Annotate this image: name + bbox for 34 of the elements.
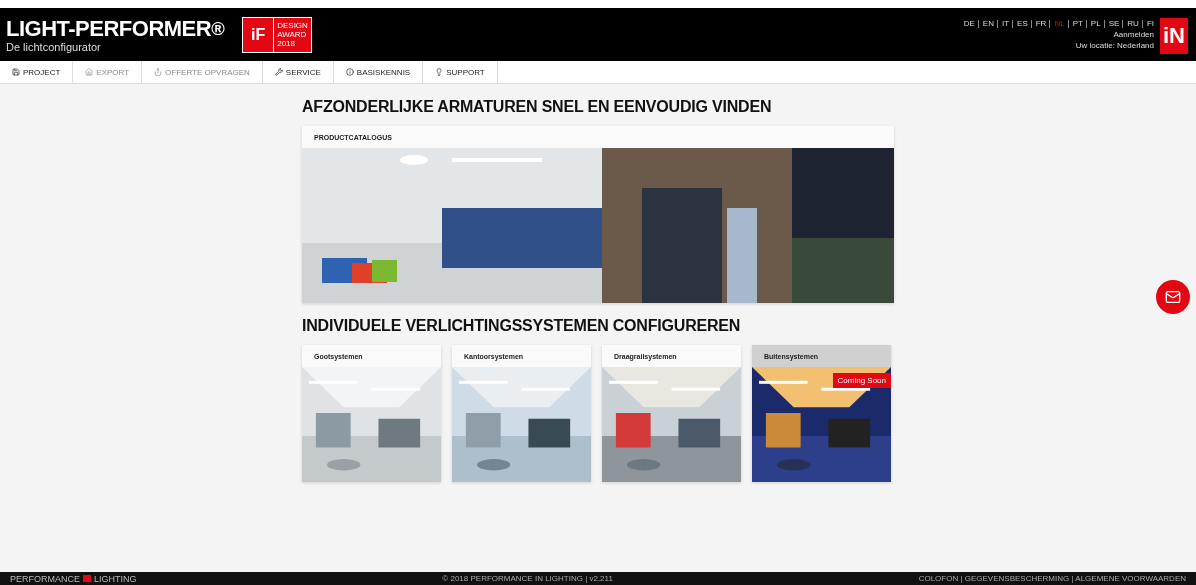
language-link[interactable]: PL — [1085, 20, 1101, 28]
language-link[interactable]: FR — [1030, 20, 1047, 28]
mail-icon — [1165, 289, 1181, 305]
save-icon — [12, 68, 20, 76]
login-link[interactable]: Aanmelden — [1113, 30, 1154, 39]
award-logo: iF — [243, 18, 275, 52]
copyright-text: © 2018 PERFORMANCE IN LIGHTING | v2.211 — [442, 574, 613, 583]
language-link[interactable]: IT — [996, 20, 1010, 28]
wrench-icon — [274, 68, 283, 76]
language-link[interactable]: DE — [963, 20, 975, 28]
award-text: AWARD — [277, 30, 308, 39]
info-icon — [345, 68, 354, 76]
section-heading: AFZONDERLIJKE ARMATUREN SNEL EN EENVOUDIG VINDEN — [302, 98, 773, 116]
footer-brand: LIGHTING — [94, 573, 137, 584]
location-text: Uw locatie: Nederland — [1075, 41, 1154, 50]
language-link[interactable]: PT — [1067, 20, 1083, 28]
lightbulb-icon — [435, 68, 444, 76]
footer-logo-icon — [83, 575, 91, 582]
language-link[interactable]: NL — [1049, 20, 1065, 28]
footer-brand: PERFORMANCE — [10, 573, 80, 584]
language-link[interactable]: ES — [1012, 20, 1028, 28]
company-logo: iN — [1160, 18, 1188, 54]
language-link[interactable]: EN — [977, 20, 994, 28]
coming-soon-badge: Coming Soon — [832, 373, 891, 388]
section-heading: INDIVIDUELE VERLICHTINGSSYSTEMEN CONFIGUREREN — [302, 317, 742, 335]
language-link[interactable]: FI — [1141, 20, 1154, 28]
share-icon — [154, 68, 163, 76]
award-text: DESIGN — [277, 21, 308, 30]
footer-links[interactable]: COLOFON | GEGEVENSBESCHERMING | ALGEMENE VOORWAARDEN — [918, 574, 1186, 583]
award-text: 2018 — [277, 39, 296, 48]
language-link[interactable]: SE — [1103, 20, 1120, 28]
home-icon — [85, 68, 94, 76]
brand-subtitle: De lichtconfigurator — [6, 40, 102, 53]
language-link[interactable]: RU — [1122, 20, 1139, 28]
